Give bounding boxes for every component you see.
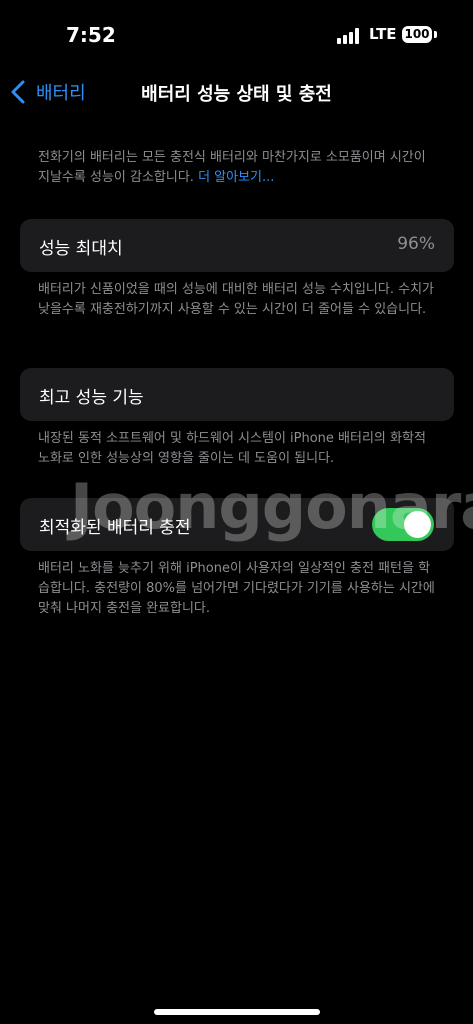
battery-icon: 100	[402, 26, 432, 43]
battery-level: 100	[404, 27, 430, 41]
peak-performance-row[interactable]: 최고 성능 기능	[20, 368, 454, 421]
optimized-charging-description: 배터리 노화를 늦추기 위해 iPhone이 사용자의 일상적인 충전 패턴을 …	[38, 561, 435, 616]
signal-icon	[337, 28, 363, 44]
toggle-knob	[404, 511, 431, 538]
optimized-charging-toggle[interactable]	[372, 508, 434, 541]
status-bar: 7:52 LTE 100	[0, 0, 473, 70]
max-capacity-description: 배터리가 신품이었을 때의 성능에 대비한 배터리 성능 수치입니다. 수치가 …	[38, 282, 434, 317]
network-type: LTE	[369, 25, 397, 43]
optimized-charging-label: 최적화된 배터리 충전	[39, 518, 191, 538]
status-time: 7:52	[66, 23, 116, 47]
max-capacity-value: 96%	[397, 234, 435, 254]
navigation-bar: 배터리 배터리 성능 상태 및 충전	[0, 72, 473, 112]
optimized-charging-row: 최적화된 배터리 충전	[20, 498, 454, 551]
intro-text: 전화기의 배터리는 모든 충전식 배터리와 마찬가지로 소모품이며 시간이 지날…	[38, 148, 440, 188]
peak-performance-description: 내장된 동적 소프트웨어 및 하드웨어 시스템이 iPhone 배터리의 화학적…	[38, 431, 426, 466]
battery-tip	[434, 31, 437, 38]
learn-more-link[interactable]: 더 알아보기...	[198, 170, 274, 185]
home-indicator[interactable]	[154, 1009, 320, 1015]
max-capacity-row: 성능 최대치 96%	[20, 219, 454, 272]
max-capacity-label: 성능 최대치	[39, 239, 123, 259]
peak-performance-label: 최고 성능 기능	[39, 388, 144, 408]
page-title: 배터리 성능 상태 및 충전	[141, 84, 332, 105]
